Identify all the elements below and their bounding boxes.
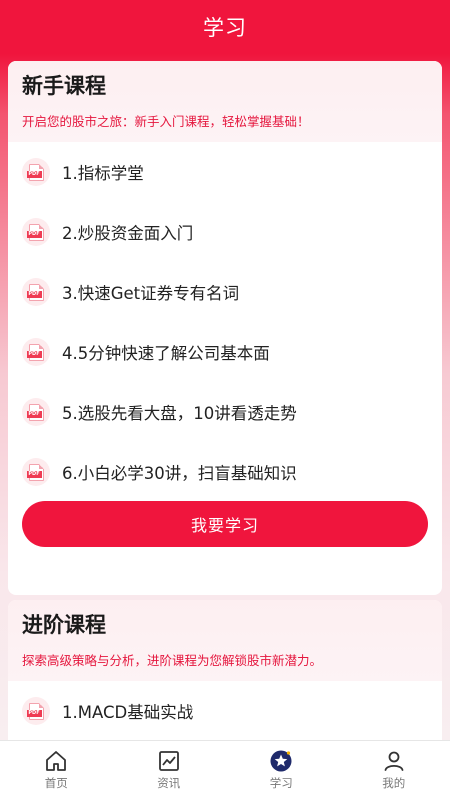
star-badge-icon [269, 749, 293, 773]
tab-news-label: 资讯 [157, 775, 180, 791]
bottom-tab-bar: 首页 资讯 学习 我的 [0, 740, 450, 801]
page-title: 学习 [203, 12, 247, 42]
course-item-label: 2.炒股资金面入门 [62, 220, 193, 244]
tab-home[interactable]: 首页 [0, 741, 113, 801]
advanced-card-header: 进阶课程 探索高级策略与分析，进阶课程为您解锁股市新潜力。 [8, 600, 442, 681]
advanced-subtitle: 探索高级策略与分析，进阶课程为您解锁股市新潜力。 [22, 653, 428, 669]
course-item-label: 4.5分钟快速了解公司基本面 [62, 340, 270, 364]
beginner-card-header: 新手课程 开启您的股市之旅：新手入门课程，轻松掌握基础！ [8, 61, 442, 142]
tab-profile[interactable]: 我的 [338, 741, 450, 801]
advanced-course-list: PDF 1.MACD基础实战 [8, 681, 442, 741]
pdf-icon: PDF [22, 278, 50, 306]
beginner-course-card: 新手课程 开启您的股市之旅：新手入门课程，轻松掌握基础！ PDF 1.指标学堂 … [8, 61, 442, 595]
course-item-label: 1.指标学堂 [62, 160, 144, 184]
tab-profile-label: 我的 [382, 775, 405, 791]
pdf-icon: PDF [22, 158, 50, 186]
course-item[interactable]: PDF 6.小白必学30讲，扫盲基础知识 [8, 442, 442, 502]
pdf-icon: PDF [22, 398, 50, 426]
pdf-icon: PDF [22, 218, 50, 246]
course-item-label: 1.MACD基础实战 [62, 699, 193, 723]
pdf-icon: PDF [22, 458, 50, 486]
beginner-subtitle: 开启您的股市之旅：新手入门课程，轻松掌握基础！ [22, 114, 428, 130]
tab-study[interactable]: 学习 [225, 741, 338, 801]
pdf-icon: PDF [22, 697, 50, 725]
beginner-course-list: PDF 1.指标学堂 PDF 2.炒股资金面入门 PDF 3.快速Get证券专有… [8, 142, 442, 502]
course-item[interactable]: PDF 4.5分钟快速了解公司基本面 [8, 322, 442, 382]
advanced-course-card: 进阶课程 探索高级策略与分析，进阶课程为您解锁股市新潜力。 PDF 1.MACD… [8, 600, 442, 760]
course-item[interactable]: PDF 1.MACD基础实战 [8, 681, 442, 741]
advanced-title: 进阶课程 [22, 600, 428, 641]
chart-icon [157, 749, 181, 773]
course-item-label: 5.选股先看大盘，10讲看透走势 [62, 400, 297, 424]
tab-home-label: 首页 [45, 775, 68, 791]
user-icon [382, 749, 406, 773]
app-header: 学习 [0, 0, 450, 54]
course-item[interactable]: PDF 2.炒股资金面入门 [8, 202, 442, 262]
start-learning-button[interactable]: 我要学习 [22, 501, 428, 547]
course-item[interactable]: PDF 3.快速Get证券专有名词 [8, 262, 442, 322]
home-icon [44, 749, 68, 773]
course-item-label: 3.快速Get证券专有名词 [62, 280, 239, 304]
beginner-title: 新手课程 [22, 61, 428, 102]
pdf-icon: PDF [22, 338, 50, 366]
course-item-label: 6.小白必学30讲，扫盲基础知识 [62, 460, 297, 484]
course-item[interactable]: PDF 1.指标学堂 [8, 142, 442, 202]
course-item[interactable]: PDF 5.选股先看大盘，10讲看透走势 [8, 382, 442, 442]
tab-news[interactable]: 资讯 [113, 741, 226, 801]
tab-study-label: 学习 [270, 775, 293, 791]
